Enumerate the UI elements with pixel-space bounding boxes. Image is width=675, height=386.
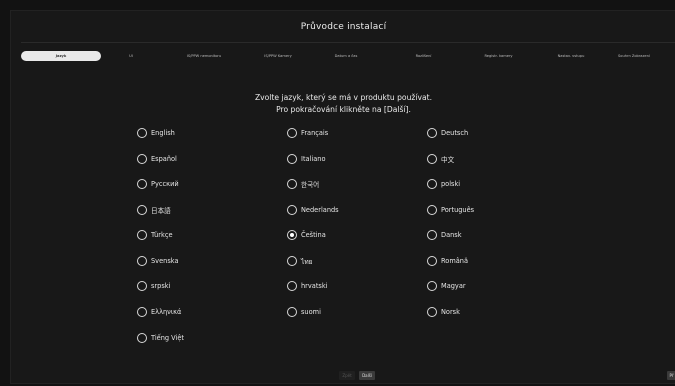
next-button[interactable]: Další <box>359 371 375 380</box>
language-option[interactable]: Français <box>287 127 328 139</box>
previous-button[interactable]: Zpět <box>339 371 355 380</box>
step-tab-resolution[interactable]: Rozlišení <box>406 51 441 61</box>
radio-unchecked-icon[interactable] <box>287 154 297 164</box>
language-option[interactable]: Svenska <box>137 255 179 267</box>
radio-unchecked-icon[interactable] <box>287 205 297 215</box>
language-option[interactable]: Ελληνικά <box>137 306 181 318</box>
radio-unchecked-icon[interactable] <box>137 230 147 240</box>
radio-unchecked-icon[interactable] <box>137 179 147 189</box>
title-divider <box>21 42 675 43</box>
radio-unchecked-icon[interactable] <box>287 281 297 291</box>
language-label: hrvatski <box>301 282 328 290</box>
radio-unchecked-icon[interactable] <box>427 205 437 215</box>
radio-unchecked-icon[interactable] <box>287 256 297 266</box>
radio-checked-icon[interactable] <box>287 230 297 240</box>
radio-unchecked-icon[interactable] <box>137 281 147 291</box>
language-label: Italiano <box>301 155 326 163</box>
language-label: Deutsch <box>441 129 469 137</box>
language-label: Română <box>441 257 469 265</box>
install-wizard-panel: Průvodce instalací Jazyk UI IS/PPW nemon… <box>10 10 675 384</box>
language-option[interactable]: polski <box>427 178 460 190</box>
radio-unchecked-icon[interactable] <box>137 307 147 317</box>
language-label: English <box>151 129 175 137</box>
language-option[interactable]: Čeština <box>287 229 326 241</box>
step-tab-ui[interactable]: UI <box>116 51 146 61</box>
language-option[interactable]: 中文 <box>427 153 454 165</box>
language-option[interactable]: Magyar <box>427 280 466 292</box>
footer-bar: Zpět Další Př <box>11 368 675 383</box>
language-label: Nederlands <box>301 206 339 214</box>
radio-unchecked-icon[interactable] <box>137 256 147 266</box>
language-label: 한국어 <box>301 181 320 189</box>
instructions: Zvolte jazyk, který se má v produktu pou… <box>11 92 675 116</box>
radio-unchecked-icon[interactable] <box>427 128 437 138</box>
step-tab-camera-ppw[interactable]: IS/PPW Kamery <box>253 51 303 61</box>
step-tab-summary[interactable]: Souhrn Zobrazení <box>618 51 675 61</box>
radio-unchecked-icon[interactable] <box>427 307 437 317</box>
language-label: Norsk <box>441 308 460 316</box>
language-label: Türkçe <box>151 231 173 239</box>
language-label: Русский <box>151 180 179 188</box>
radio-unchecked-icon[interactable] <box>137 333 147 343</box>
language-option[interactable]: Deutsch <box>427 127 468 139</box>
language-label: Español <box>151 155 177 163</box>
language-label: ไทย <box>301 257 313 266</box>
language-label: Français <box>301 129 329 137</box>
wizard-title: Průvodce instalací <box>300 22 387 32</box>
language-label: suomi <box>301 308 321 316</box>
instruction-line-1: Zvolte jazyk, který se má v produktu pou… <box>254 93 433 102</box>
language-option[interactable]: ไทย <box>287 255 313 267</box>
step-tab-language[interactable]: Jazyk <box>21 51 101 61</box>
language-label: Čeština <box>301 231 326 239</box>
language-option[interactable]: English <box>137 127 175 139</box>
radio-unchecked-icon[interactable] <box>287 179 297 189</box>
radio-unchecked-icon[interactable] <box>287 307 297 317</box>
step-tab-input-settings[interactable]: Nastav. vstupu <box>546 51 596 61</box>
language-label: srpski <box>151 282 171 290</box>
language-label: Svenska <box>151 257 179 265</box>
language-option[interactable]: Tiếng Việt <box>137 332 184 344</box>
radio-unchecked-icon[interactable] <box>427 179 437 189</box>
radio-unchecked-icon[interactable] <box>137 154 147 164</box>
step-tab-date-time[interactable]: Datum a čas <box>326 51 366 61</box>
language-label: Português <box>441 206 475 214</box>
radio-unchecked-icon[interactable] <box>427 230 437 240</box>
language-label: polski <box>441 180 461 188</box>
language-option[interactable]: suomi <box>287 306 321 318</box>
language-option[interactable]: Türkçe <box>137 229 173 241</box>
language-option[interactable]: 日本語 <box>137 204 171 216</box>
language-option[interactable]: srpski <box>137 280 170 292</box>
language-label: 日本語 <box>151 207 171 215</box>
language-option[interactable]: Español <box>137 153 177 165</box>
language-option[interactable]: Nederlands <box>287 204 339 216</box>
radio-unchecked-icon[interactable] <box>427 281 437 291</box>
radio-unchecked-icon[interactable] <box>427 256 437 266</box>
language-label: Tiếng Việt <box>151 334 185 342</box>
language-label: Ελληνικά <box>151 308 182 316</box>
radio-unchecked-icon[interactable] <box>137 205 147 215</box>
language-option[interactable]: Italiano <box>287 153 326 165</box>
step-tab-camera-registration[interactable]: Registr. kamery <box>471 51 526 61</box>
language-option[interactable]: Română <box>427 255 468 267</box>
step-tab-monitor-ppw[interactable]: IS/PPW nemonitoru <box>179 51 229 61</box>
language-option[interactable]: Dansk <box>427 229 462 241</box>
language-option[interactable]: Norsk <box>427 306 460 318</box>
language-option[interactable]: Русский <box>137 178 179 190</box>
language-label: 中文 <box>441 156 455 164</box>
radio-unchecked-icon[interactable] <box>287 128 297 138</box>
language-option[interactable]: 한국어 <box>287 178 319 190</box>
wizard-steps-bar: Jazyk UI IS/PPW nemonitoru IS/PPW Kamery… <box>11 48 675 64</box>
language-label: Dansk <box>441 231 462 239</box>
radio-unchecked-icon[interactable] <box>137 128 147 138</box>
radio-unchecked-icon[interactable] <box>427 154 437 164</box>
language-option[interactable]: hrvatski <box>287 280 328 292</box>
language-option[interactable]: Português <box>427 204 474 216</box>
language-label: Magyar <box>441 282 466 290</box>
skip-button[interactable]: Př <box>667 371 675 380</box>
instruction-line-2: Pro pokračování klikněte na [Další]. <box>276 105 411 114</box>
